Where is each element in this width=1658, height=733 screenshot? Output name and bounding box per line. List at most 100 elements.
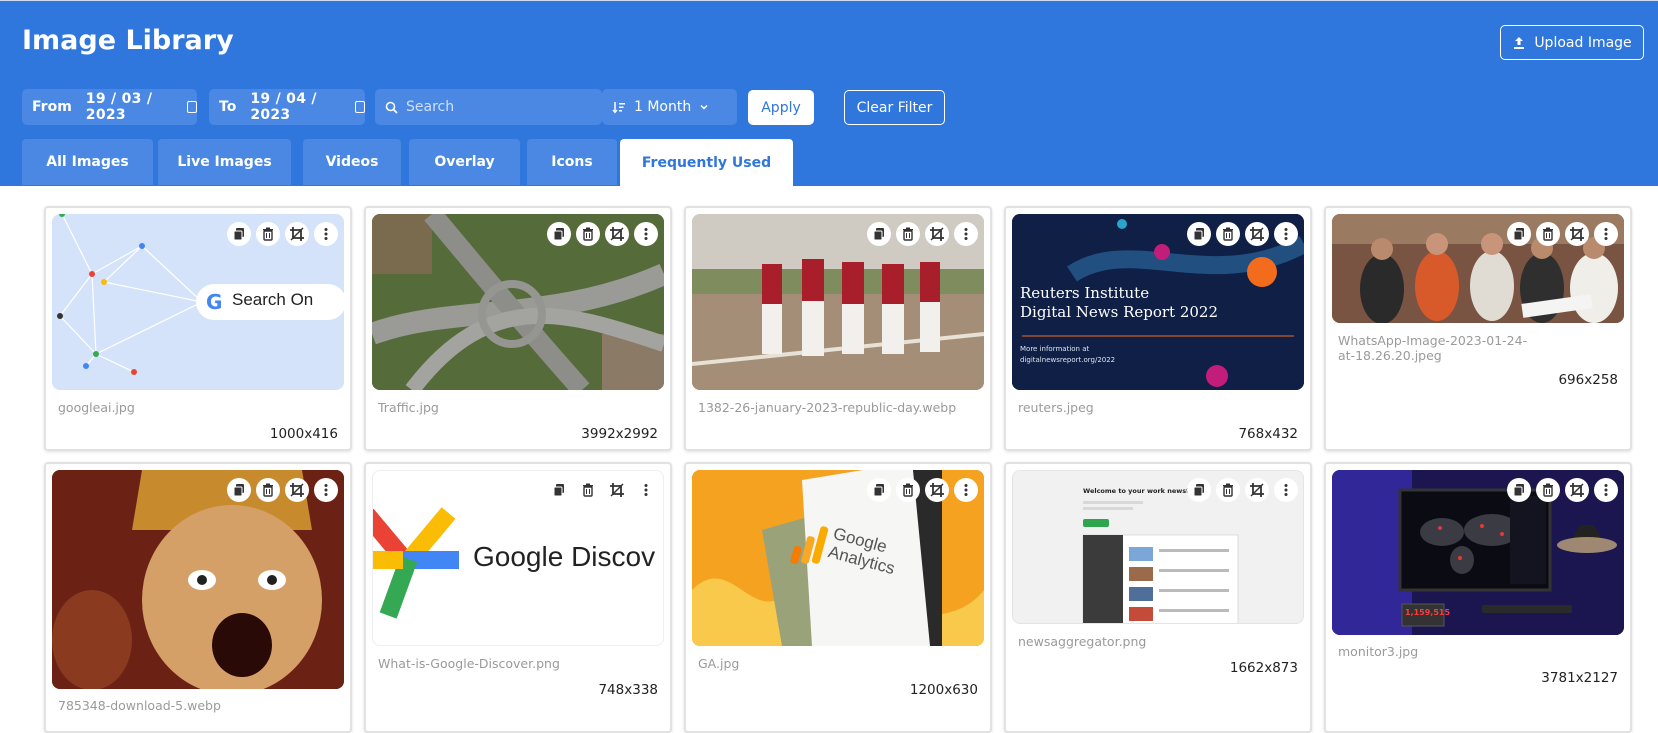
image-grid: G Search On googleai.jpg 1000x416 Traffi…: [22, 186, 1636, 733]
more-vertical-icon: [1284, 484, 1288, 496]
image-filename: WhatsApp-Image-2023-01-24-at-18.26.20.jp…: [1338, 333, 1528, 363]
to-date-field[interactable]: To 19 / 04 / 2023: [209, 89, 365, 125]
trash-icon: [903, 227, 913, 241]
more-button[interactable]: [634, 478, 658, 502]
image-card[interactable]: 785348-download-5.webp: [44, 462, 352, 733]
crop-button[interactable]: [925, 222, 949, 246]
crop-button[interactable]: [925, 478, 949, 502]
image-card[interactable]: Welcome to your work newsfeed newsaggreg…: [1004, 462, 1312, 733]
delete-button[interactable]: [576, 478, 600, 502]
more-vertical-icon: [964, 228, 968, 240]
image-card[interactable]: 1,159,515 monitor3.jpg 3781x2127: [1324, 462, 1632, 733]
copy-icon: [1513, 228, 1524, 241]
copy-button[interactable]: [867, 478, 891, 502]
tab-overlay[interactable]: Overlay: [409, 139, 520, 185]
more-button[interactable]: [314, 222, 338, 246]
delete-button[interactable]: [1536, 222, 1560, 246]
more-button[interactable]: [1594, 222, 1618, 246]
image-filename: 1382-26-january-2023-republic-day.webp: [698, 400, 957, 415]
more-button[interactable]: [1594, 478, 1618, 502]
image-card[interactable]: Reuters Institute Digital News Report 20…: [1004, 206, 1312, 451]
upload-image-button[interactable]: Upload Image: [1500, 25, 1644, 60]
period-dropdown[interactable]: 1 Month: [602, 89, 737, 125]
image-card[interactable]: WhatsApp-Image-2023-01-24-at-18.26.20.jp…: [1324, 206, 1632, 451]
calendar-icon[interactable]: [186, 101, 197, 113]
crop-button[interactable]: [1245, 222, 1269, 246]
copy-button[interactable]: [1187, 222, 1211, 246]
thumb-text-line: More information at: [1020, 345, 1090, 353]
copy-button[interactable]: [1187, 478, 1211, 502]
copy-button[interactable]: [547, 478, 571, 502]
tab-videos[interactable]: Videos: [303, 139, 401, 185]
crop-icon: [610, 227, 624, 241]
copy-icon: [873, 484, 884, 497]
copy-button[interactable]: [227, 478, 251, 502]
card-actions: [867, 222, 978, 246]
trash-icon: [1543, 227, 1553, 241]
copy-icon: [233, 484, 244, 497]
more-button[interactable]: [314, 478, 338, 502]
crop-button[interactable]: [285, 478, 309, 502]
crop-button[interactable]: [1245, 478, 1269, 502]
delete-button[interactable]: [896, 478, 920, 502]
crop-button[interactable]: [605, 478, 629, 502]
delete-button[interactable]: [256, 478, 280, 502]
search-icon: [385, 101, 398, 114]
period-value: 1 Month: [634, 99, 692, 115]
more-vertical-icon: [324, 484, 328, 496]
image-card[interactable]: 1382-26-january-2023-republic-day.webp: [684, 206, 992, 451]
image-thumbnail[interactable]: [52, 470, 344, 689]
clear-filter-button[interactable]: Clear Filter: [844, 90, 945, 125]
thumb-text-line: digitalnewsreport.org/2022: [1020, 356, 1116, 364]
image-card[interactable]: Google Discov What-is-Google-Discover.pn…: [364, 462, 672, 733]
copy-button[interactable]: [1507, 478, 1531, 502]
calendar-icon[interactable]: [354, 101, 365, 113]
delete-button[interactable]: [1216, 222, 1240, 246]
crop-button[interactable]: [1565, 478, 1589, 502]
image-card[interactable]: Google Analytics GA.jpg 1200x630: [684, 462, 992, 733]
delete-button[interactable]: [256, 222, 280, 246]
delete-button[interactable]: [576, 222, 600, 246]
copy-icon: [553, 484, 564, 497]
from-date-field[interactable]: From 19 / 03 / 2023: [22, 89, 197, 125]
search-box: [375, 89, 602, 125]
more-vertical-icon: [964, 484, 968, 496]
search-input[interactable]: [406, 99, 586, 115]
more-button[interactable]: [954, 478, 978, 502]
copy-button[interactable]: [227, 222, 251, 246]
tab-live-images[interactable]: Live Images: [158, 139, 291, 185]
trash-icon: [263, 227, 273, 241]
image-filename: 785348-download-5.webp: [58, 698, 221, 713]
image-card[interactable]: G Search On googleai.jpg 1000x416: [44, 206, 352, 451]
delete-button[interactable]: [1216, 478, 1240, 502]
more-vertical-icon: [1604, 228, 1608, 240]
delete-button[interactable]: [896, 222, 920, 246]
more-button[interactable]: [1274, 478, 1298, 502]
trash-icon: [583, 483, 593, 497]
copy-icon: [1193, 484, 1204, 497]
crop-button[interactable]: [1565, 222, 1589, 246]
more-button[interactable]: [954, 222, 978, 246]
header: Image Library Upload Image From 19 / 03 …: [0, 0, 1658, 187]
crop-button[interactable]: [605, 222, 629, 246]
tab-frequently-used[interactable]: Frequently Used: [620, 139, 793, 187]
copy-button[interactable]: [547, 222, 571, 246]
image-filename: reuters.jpeg: [1018, 400, 1094, 415]
trash-icon: [583, 227, 593, 241]
more-button[interactable]: [634, 222, 658, 246]
more-vertical-icon: [1604, 484, 1608, 496]
image-filename: What-is-Google-Discover.png: [378, 656, 560, 671]
tab-icons[interactable]: Icons: [527, 139, 617, 185]
image-dimensions: 696x258: [1558, 372, 1618, 388]
copy-button[interactable]: [1507, 222, 1531, 246]
delete-button[interactable]: [1536, 478, 1560, 502]
image-card[interactable]: Traffic.jpg 3992x2992: [364, 206, 672, 451]
copy-button[interactable]: [867, 222, 891, 246]
more-button[interactable]: [1274, 222, 1298, 246]
thumb-text-line: Digital News Report 2022: [1020, 303, 1219, 321]
card-actions: [547, 478, 658, 502]
apply-button[interactable]: Apply: [748, 90, 814, 125]
tab-all-images[interactable]: All Images: [22, 139, 153, 185]
crop-icon: [1570, 483, 1584, 497]
crop-button[interactable]: [285, 222, 309, 246]
